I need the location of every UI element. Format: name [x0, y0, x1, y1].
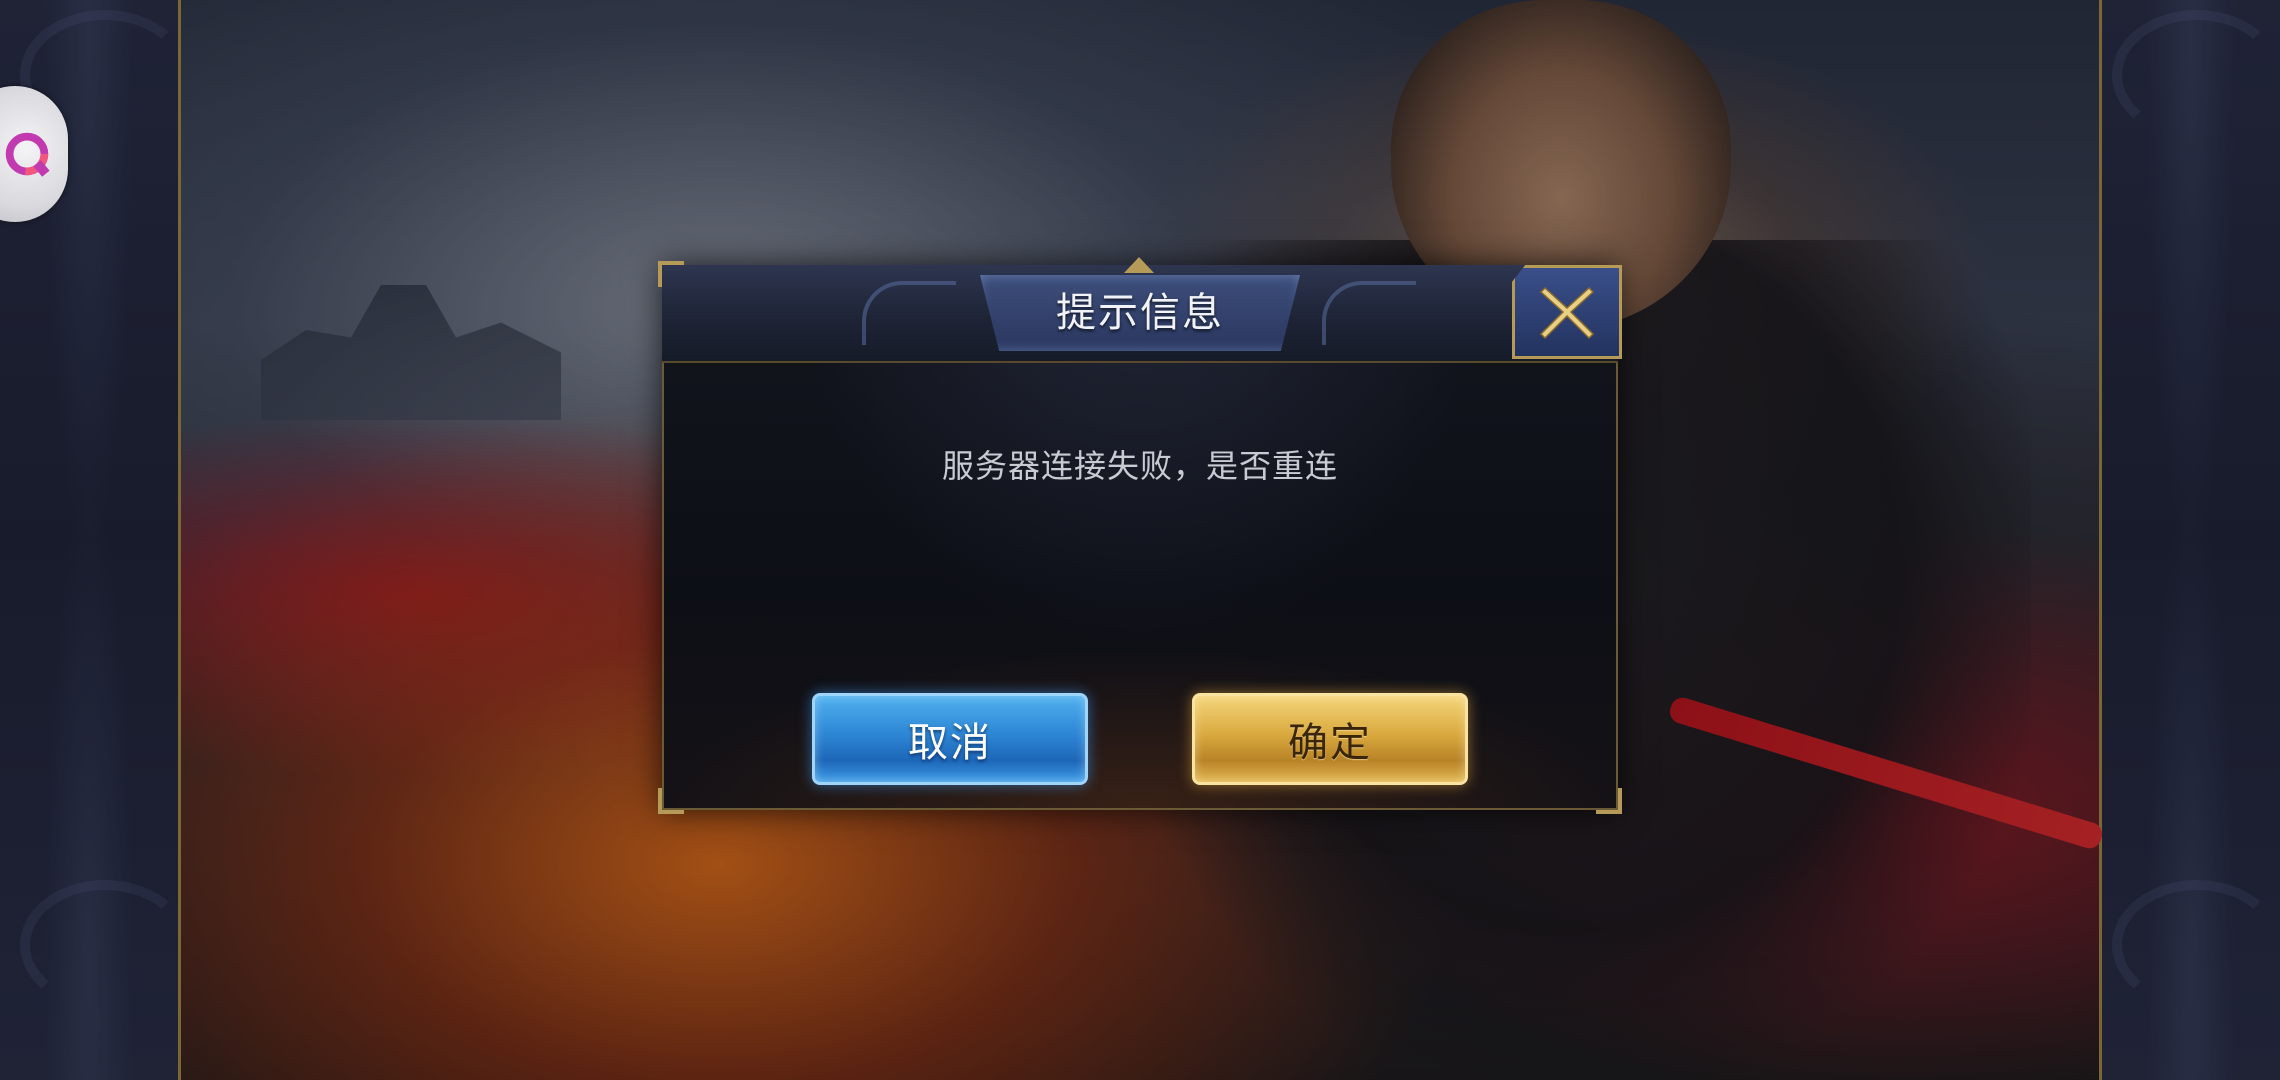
corner-ornament [658, 788, 684, 814]
corner-ornament [1596, 788, 1622, 814]
header-ornament [862, 281, 956, 345]
cancel-button[interactable]: 取消 [812, 693, 1088, 785]
dialog-title: 提示信息 [1056, 290, 1224, 336]
corner-ornament [658, 261, 684, 287]
game-screen: 提示信息 服务器连接失败，是否重连 取消 确定 [0, 0, 2280, 1080]
close-button[interactable] [1512, 265, 1622, 359]
header-ornament [1322, 281, 1416, 345]
close-x-icon [1539, 286, 1595, 340]
dialog-message: 服务器连接失败，是否重连 [941, 447, 1338, 485]
floating-assistant-icon [5, 132, 50, 177]
reconnect-dialog: 提示信息 服务器连接失败，是否重连 取消 确定 [658, 257, 1622, 814]
dialog-header: 提示信息 [662, 265, 1618, 363]
confirm-button[interactable]: 确定 [1192, 693, 1468, 785]
